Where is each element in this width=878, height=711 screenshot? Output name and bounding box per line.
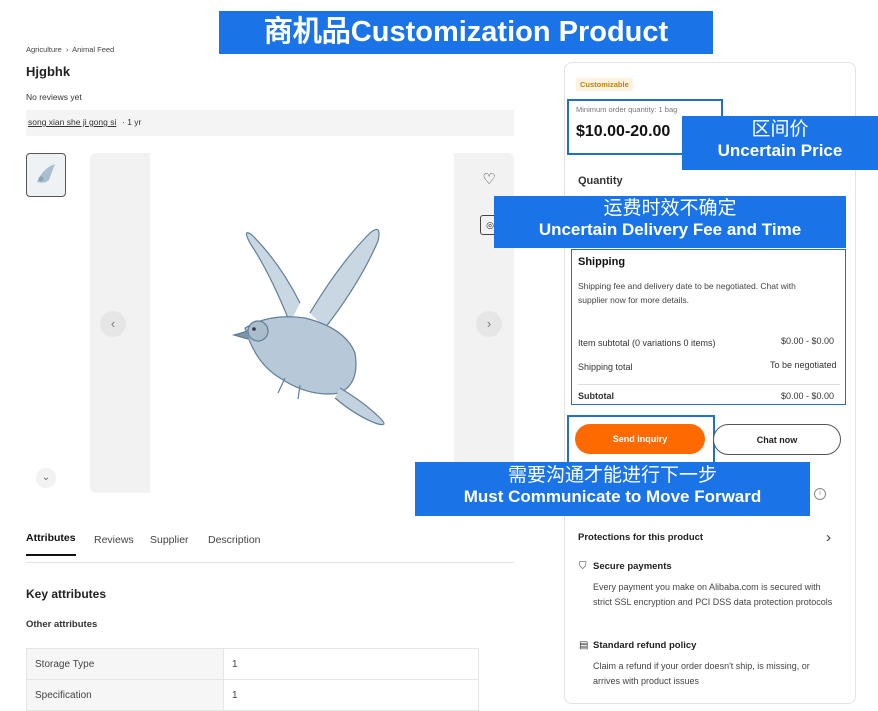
- subtotal-value: $0.00 - $0.00: [781, 391, 835, 401]
- title-banner-text: 商机品Customization Product: [263, 16, 669, 48]
- shipping-total-label: Shipping total: [578, 362, 633, 372]
- shipping-total-value: To be negotiated: [770, 360, 837, 370]
- communicate-annotation-cn: 需要沟通才能进行下一步: [507, 465, 717, 486]
- key-attributes-heading: Key attributes: [26, 587, 107, 601]
- supplier-years: · 1 yr: [122, 117, 142, 127]
- next-image-button[interactable]: ›: [476, 311, 502, 337]
- send-inquiry-button[interactable]: Send inquiry: [575, 424, 705, 454]
- price-annotation-en: Uncertain Price: [717, 140, 843, 160]
- breadcrumb-item[interactable]: Agriculture: [26, 45, 62, 54]
- delivery-annotation: 运费时效不确定 Uncertain Delivery Fee and Time: [494, 196, 846, 248]
- thumbnail-scroll-down-icon[interactable]: ⌄: [36, 468, 56, 488]
- supplier-bar: song xian she ji gong si · 1 yr: [26, 110, 514, 136]
- shipping-title: Shipping: [578, 256, 626, 268]
- attribute-value: 1: [223, 648, 479, 680]
- attribute-value: 1: [223, 679, 479, 711]
- table-row: Specification 1: [26, 679, 479, 711]
- price-annotation-cn: 区间价: [751, 119, 809, 140]
- secure-payments-title: Secure payments: [593, 561, 672, 572]
- secure-payments-text: Every payment you make on Alibaba.com is…: [593, 582, 833, 607]
- customizable-badge: Customizable: [576, 78, 633, 91]
- price-annotation: 区间价 Uncertain Price: [682, 116, 878, 170]
- product-tabs: Attributes Reviews Supplier Description: [26, 532, 514, 563]
- tab-reviews[interactable]: Reviews: [94, 534, 134, 546]
- heart-icon[interactable]: ♡: [478, 169, 500, 191]
- thumbnail-dove-icon: [37, 164, 55, 183]
- protections-chevron-right-icon[interactable]: ›: [826, 529, 831, 546]
- reviews-status: No reviews yet: [26, 92, 82, 102]
- table-row: Storage Type 1: [26, 648, 479, 680]
- attribute-key: Specification: [26, 679, 224, 711]
- thumbnail[interactable]: [26, 153, 66, 197]
- attribute-key: Storage Type: [26, 648, 224, 680]
- shield-icon: ⛉: [579, 561, 587, 572]
- delivery-annotation-cn: 运费时效不确定: [603, 198, 737, 219]
- divider: [578, 384, 840, 385]
- delivery-annotation-en: Uncertain Delivery Fee and Time: [538, 219, 802, 239]
- shipping-note: Shipping fee and delivery date to be neg…: [578, 281, 796, 305]
- supplier-link[interactable]: song xian she ji gong si: [28, 117, 116, 127]
- other-attributes-heading: Other attributes: [26, 619, 98, 630]
- refund-policy-title: Standard refund policy: [593, 640, 697, 651]
- breadcrumb-item[interactable]: Animal Feed: [72, 45, 114, 54]
- tab-description[interactable]: Description: [208, 534, 261, 546]
- chat-now-button[interactable]: Chat now: [713, 424, 841, 455]
- protections-title: Protections for this product: [578, 532, 704, 543]
- subtotal-label: Subtotal: [578, 391, 614, 401]
- communicate-annotation-en: Must Communicate to Move Forward: [463, 486, 762, 506]
- shipping-box: [571, 249, 846, 405]
- title-banner: 商机品Customization Product: [219, 11, 713, 54]
- item-subtotal-label: Item subtotal (0 variations 0 items): [578, 338, 716, 348]
- main-image: ‹ › ♡ ◎: [90, 153, 514, 493]
- info-icon[interactable]: i: [814, 488, 826, 500]
- tab-attributes[interactable]: Attributes: [26, 532, 76, 556]
- tab-supplier[interactable]: Supplier: [150, 534, 189, 546]
- breadcrumb: Agriculture › Animal Feed: [26, 45, 114, 54]
- dove-illustration: [231, 228, 385, 426]
- product-title: Hjgbhk: [26, 64, 71, 79]
- breadcrumb-separator: ›: [65, 45, 69, 54]
- item-subtotal-value: $0.00 - $0.00: [781, 336, 835, 346]
- image-canvas: [150, 153, 454, 493]
- refund-icon: ▤: [579, 640, 589, 651]
- prev-image-button[interactable]: ‹: [100, 311, 126, 337]
- quantity-label: Quantity: [578, 175, 623, 187]
- communicate-annotation: 需要沟通才能进行下一步 Must Communicate to Move For…: [415, 462, 810, 516]
- refund-policy-text: Claim a refund if your order doesn't shi…: [593, 661, 810, 686]
